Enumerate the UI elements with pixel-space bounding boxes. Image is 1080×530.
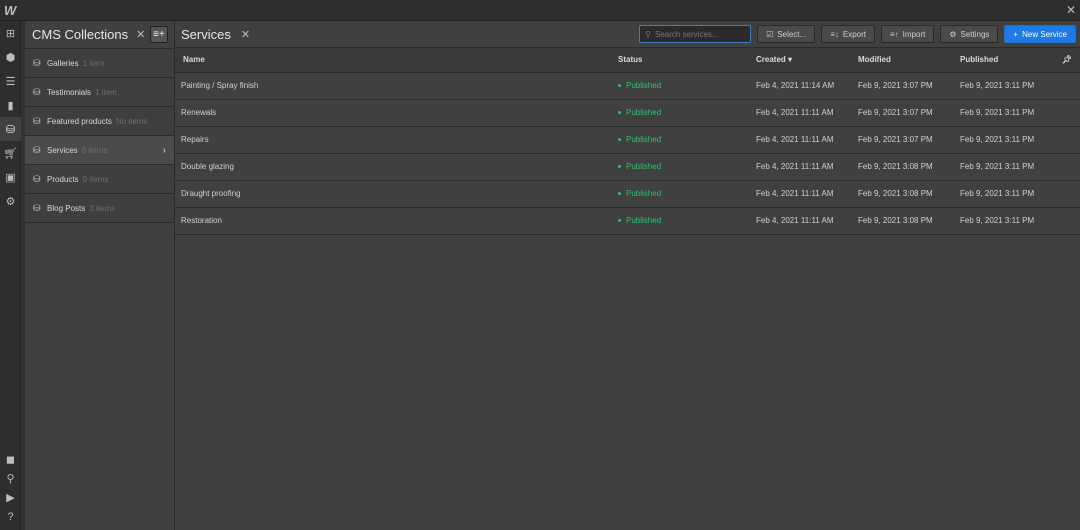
table-row[interactable]: Repairs Published Feb 4, 2021 11:11 AM F… (175, 126, 1080, 154)
sort-desc-icon: ▾ (788, 55, 793, 65)
import-button[interactable]: ≡↑ Import (881, 25, 935, 43)
collection-title: Services (181, 26, 231, 42)
cell-published: Feb 9, 2021 3:11 PM (960, 207, 1080, 235)
table-row[interactable]: Renewals Published Feb 4, 2021 11:11 AM … (175, 99, 1080, 127)
status-dot (618, 84, 621, 88)
square-icon[interactable]: ◼ (0, 450, 21, 469)
search-icon: ⚲ (645, 29, 651, 39)
cell-status: Published (618, 99, 756, 127)
cell-published: Feb 9, 2021 3:11 PM (960, 180, 1080, 208)
cell-status: Published (618, 180, 756, 208)
table-row[interactable]: Draught proofing Published Feb 4, 2021 1… (175, 180, 1080, 208)
select-button[interactable]: ☑ Select... (757, 25, 816, 43)
close-panel-icon[interactable]: ✕ (136, 28, 145, 41)
add-collection-button[interactable]: ≡+ (150, 26, 168, 43)
export-button[interactable]: ≡↓ Export (821, 25, 875, 43)
collection-item[interactable]: ⛁ Testimonials 1 item (25, 78, 174, 107)
cell-modified: Feb 9, 2021 3:07 PM (858, 72, 960, 100)
plus-icon: + (1013, 29, 1019, 39)
pages-icon[interactable]: ▮ (0, 93, 21, 117)
cell-published: Feb 9, 2021 3:11 PM (960, 72, 1080, 100)
col-modified[interactable]: Modified (858, 48, 960, 73)
cell-status: Published (618, 153, 756, 181)
cell-modified: Feb 9, 2021 3:07 PM (858, 126, 960, 154)
collection-item[interactable]: ⛁ Products 9 items (25, 165, 174, 194)
settings-button[interactable]: ⚙ Settings (940, 25, 999, 43)
gear-icon: ⚙ (949, 29, 957, 39)
cell-created: Feb 4, 2021 11:11 AM (756, 153, 858, 181)
collection-item[interactable]: ⛁ Galleries 1 item (25, 49, 174, 78)
database-icon: ⛁ (33, 202, 41, 213)
cell-status: Published (618, 207, 756, 235)
import-icon: ≡↑ (890, 29, 899, 39)
col-published[interactable]: Published 📌︎ (960, 48, 1080, 73)
status-dot (618, 138, 621, 142)
navigator-icon[interactable]: ☰ (0, 69, 21, 93)
status-dot (618, 192, 621, 196)
cell-status: Published (618, 126, 756, 154)
cell-modified: Feb 9, 2021 3:08 PM (858, 180, 960, 208)
cell-name: Draught proofing (175, 180, 618, 208)
search-input[interactable]: ⚲ Search services... (639, 25, 752, 43)
col-name[interactable]: Name (175, 48, 618, 73)
settings-icon[interactable]: ⚙ (0, 189, 21, 213)
col-status[interactable]: Status (618, 48, 756, 73)
cell-created: Feb 4, 2021 11:11 AM (756, 126, 858, 154)
status-dot (618, 165, 621, 169)
cell-name: Renewals (175, 99, 618, 127)
table-row[interactable]: Painting / Spray finish Published Feb 4,… (175, 72, 1080, 100)
cell-name: Double glazing (175, 153, 618, 181)
cell-status: Published (618, 72, 756, 100)
cell-published: Feb 9, 2021 3:11 PM (960, 153, 1080, 181)
cell-published: Feb 9, 2021 3:11 PM (960, 99, 1080, 127)
status-dot (618, 111, 621, 115)
collection-item[interactable]: ⛁ Featured products No items (25, 107, 174, 136)
database-icon: ⛁ (33, 115, 41, 126)
collection-view: Services ✕ ⚲ Search services... ☑ Select..… (175, 21, 1080, 530)
ecommerce-icon[interactable]: 🛒︎ (0, 141, 21, 165)
webflow-logo[interactable]: W (4, 3, 16, 18)
collection-item[interactable]: ⛁ Blog Posts 3 items (25, 194, 174, 223)
assets-icon[interactable]: ▣ (0, 165, 21, 189)
items-table: Name Status Created ▾ Modified Published… (175, 48, 1080, 235)
video-icon[interactable]: ▶ (0, 488, 21, 507)
database-icon: ⛁ (33, 173, 41, 184)
cell-created: Feb 4, 2021 11:11 AM (756, 207, 858, 235)
status-dot (618, 219, 621, 223)
cell-created: Feb 4, 2021 11:14 AM (756, 72, 858, 100)
cell-name: Restoration (175, 207, 618, 235)
search-icon[interactable]: ⚲ (0, 469, 21, 488)
panel-title: CMS Collections (32, 27, 129, 42)
cell-name: Repairs (175, 126, 618, 154)
database-icon: ⛁ (33, 57, 41, 68)
new-service-button[interactable]: + New Service (1004, 25, 1076, 43)
pin-icon[interactable]: 📌︎ (1062, 55, 1072, 64)
cell-created: Feb 4, 2021 11:11 AM (756, 99, 858, 127)
cell-modified: Feb 9, 2021 3:08 PM (858, 207, 960, 235)
checkbox-icon: ☑ (766, 29, 774, 39)
cube-icon[interactable]: ⬢ (0, 45, 21, 69)
cell-created: Feb 4, 2021 11:11 AM (756, 180, 858, 208)
help-icon[interactable]: ? (0, 507, 21, 526)
chevron-right-icon: › (162, 144, 166, 156)
cell-modified: Feb 9, 2021 3:08 PM (858, 153, 960, 181)
top-bar: W ✕ (0, 0, 1080, 21)
close-icon[interactable]: ✕ (1066, 3, 1076, 17)
cell-modified: Feb 9, 2021 3:07 PM (858, 99, 960, 127)
export-icon: ≡↓ (830, 29, 839, 39)
table-row[interactable]: Double glazing Published Feb 4, 2021 11:… (175, 153, 1080, 181)
left-rail: ⊞ ⬢ ☰ ▮ ⛁ 🛒︎ ▣ ⚙ ◼ ⚲ ▶ ? (0, 21, 21, 530)
col-created[interactable]: Created ▾ (756, 48, 858, 73)
close-collection-icon[interactable]: ✕ (241, 28, 250, 41)
cms-collections-panel: CMS Collections ✕ ≡+ ⛁ Galleries 1 item ⛁ Te… (25, 21, 175, 530)
collection-item[interactable]: ⛁ Services 6 items › (25, 136, 174, 165)
cell-name: Painting / Spray finish (175, 72, 618, 100)
cms-icon[interactable]: ⛁ (0, 117, 21, 141)
add-icon[interactable]: ⊞ (0, 21, 21, 45)
database-icon: ⛁ (33, 144, 41, 155)
cell-published: Feb 9, 2021 3:11 PM (960, 126, 1080, 154)
table-row[interactable]: Restoration Published Feb 4, 2021 11:11 … (175, 207, 1080, 235)
database-icon: ⛁ (33, 86, 41, 97)
